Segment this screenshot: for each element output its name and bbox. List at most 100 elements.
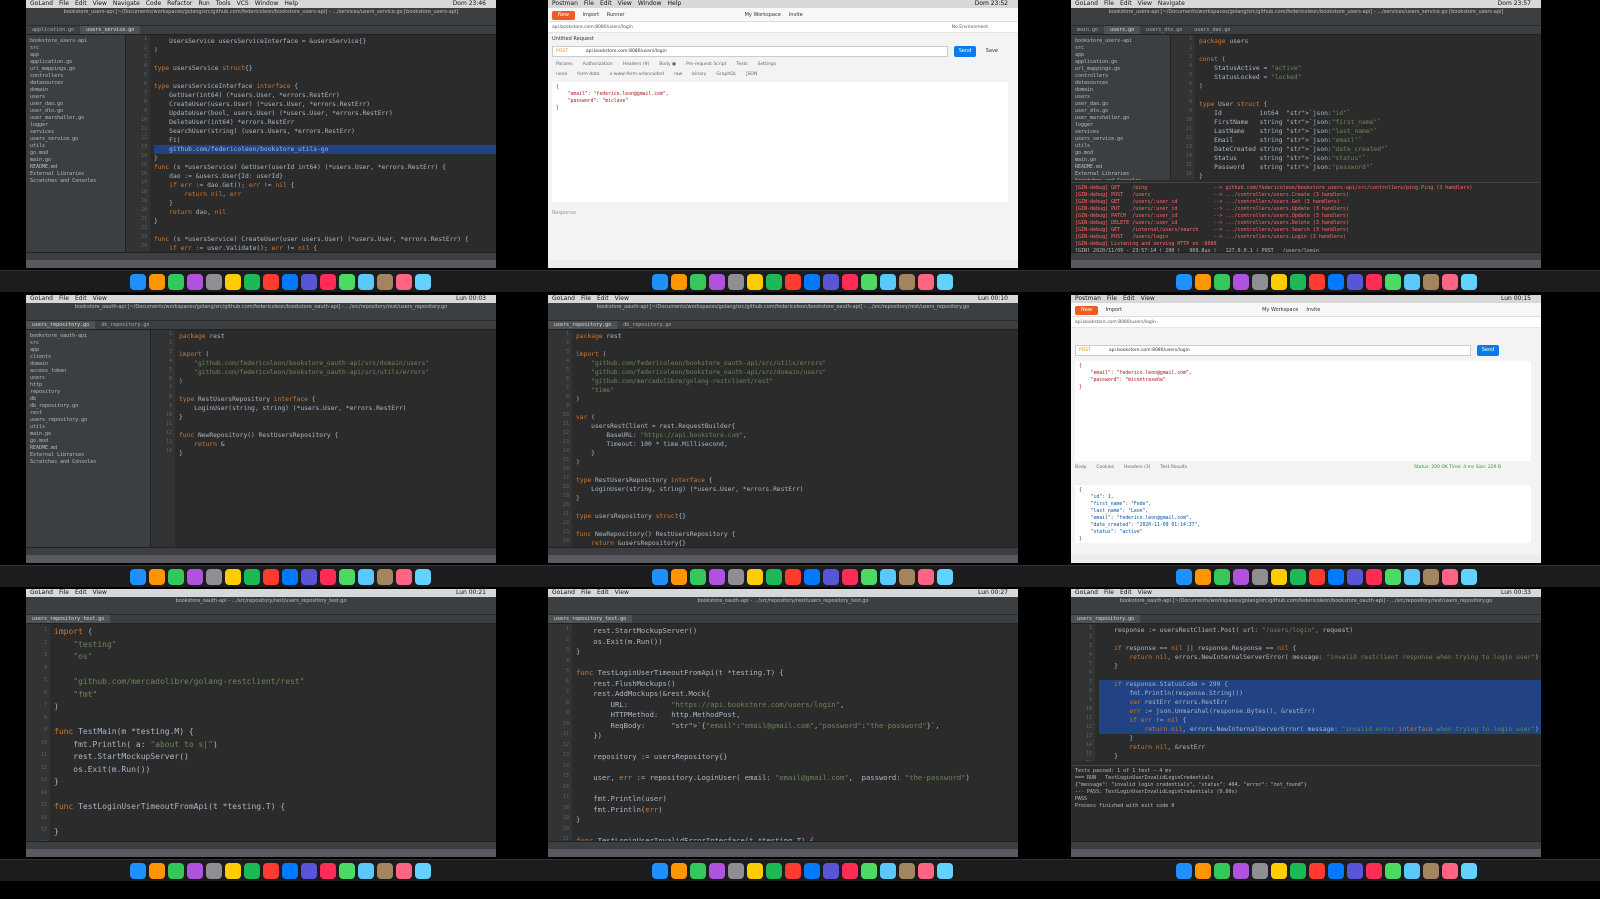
project-tree-item[interactable]: logger bbox=[1075, 122, 1166, 129]
dock-app-icon[interactable] bbox=[244, 569, 260, 585]
code-line[interactable]: "github.com/federicoleon/bookstore_oauth… bbox=[576, 368, 1018, 377]
code-line[interactable]: return &usersRepository{} bbox=[576, 539, 1018, 547]
code-line[interactable]: dao := &users.User{Id: userId} bbox=[154, 172, 496, 181]
json-line[interactable]: } bbox=[1079, 536, 1527, 543]
dock-app-icon[interactable] bbox=[1404, 569, 1420, 585]
code-line[interactable]: const ( bbox=[1199, 55, 1541, 64]
dock-app-icon[interactable] bbox=[225, 274, 241, 290]
dock-app-icon[interactable] bbox=[377, 863, 393, 879]
code-line[interactable]: } bbox=[179, 413, 496, 422]
menu-vcs[interactable]: VCS bbox=[237, 0, 249, 7]
code-line[interactable]: BaseURL: "https://api.bookstore.com", bbox=[576, 431, 1018, 440]
menu-edit[interactable]: Edit bbox=[75, 0, 87, 7]
tab-users-repository-go[interactable]: users_repository.go bbox=[1071, 615, 1141, 623]
tab-application-go[interactable]: application.go bbox=[26, 26, 80, 34]
dock-app-icon[interactable] bbox=[690, 569, 706, 585]
dock-app-icon[interactable] bbox=[320, 569, 336, 585]
code-line[interactable]: }) bbox=[576, 731, 1018, 742]
dock-app-icon[interactable] bbox=[1176, 569, 1192, 585]
dock-app-icon[interactable] bbox=[1461, 569, 1477, 585]
json-line[interactable]: } bbox=[556, 105, 1004, 112]
code-line[interactable]: import ( bbox=[179, 350, 496, 359]
dock-app-icon[interactable] bbox=[187, 863, 203, 879]
code-line[interactable]: rest.StartMockupServer() bbox=[54, 751, 496, 764]
code-line[interactable]: return nil, errors.NewInternalServerErro… bbox=[1099, 653, 1541, 662]
console-line[interactable]: [GIN-debug] Listening and serving HTTP o… bbox=[1075, 241, 1537, 248]
code-line[interactable]: import ( bbox=[576, 350, 1018, 359]
code-line[interactable]: CreateUser(users.User) (*users.User, *er… bbox=[154, 100, 496, 109]
json-line[interactable]: "date_created": "2020-11-09 01:14:37", bbox=[1079, 522, 1527, 529]
dock-app-icon[interactable] bbox=[1347, 863, 1363, 879]
menu-edit[interactable]: Edit bbox=[597, 589, 609, 596]
code-line[interactable] bbox=[576, 503, 1018, 512]
code-line[interactable]: type RestUsersRepository interface { bbox=[576, 476, 1018, 485]
menu-view[interactable]: View bbox=[618, 0, 632, 7]
project-tree-item[interactable]: users_service.go bbox=[30, 136, 121, 143]
code-line[interactable]: func (s *usersService) GetUser(userId in… bbox=[154, 163, 496, 172]
dock-app-icon[interactable] bbox=[747, 863, 763, 879]
dock-app-icon[interactable] bbox=[671, 863, 687, 879]
json-line[interactable]: "password": "micontraseña" bbox=[1079, 377, 1527, 384]
dock-app-icon[interactable] bbox=[1423, 863, 1439, 879]
code-line[interactable]: type usersRepository struct{} bbox=[576, 512, 1018, 521]
menu-postman[interactable]: Postman bbox=[1075, 295, 1101, 302]
code-line[interactable] bbox=[576, 763, 1018, 774]
dock-app-icon[interactable] bbox=[804, 863, 820, 879]
json-line[interactable]: "first_name": "Fede", bbox=[1079, 501, 1527, 508]
menu-view[interactable]: View bbox=[1141, 295, 1155, 302]
url-input[interactable]: POST api.bookstore.com:8080/users/login bbox=[552, 46, 948, 57]
dock-app-icon[interactable] bbox=[804, 274, 820, 290]
code-editor[interactable]: 1234567891011121314151617181920212223242… bbox=[548, 330, 1018, 547]
dock-app-icon[interactable] bbox=[396, 274, 412, 290]
menu-edit[interactable]: Edit bbox=[75, 295, 87, 302]
menu-edit[interactable]: Edit bbox=[597, 295, 609, 302]
menu-postman[interactable]: Postman bbox=[552, 0, 578, 7]
project-tree-item[interactable]: services bbox=[1075, 129, 1166, 136]
code-line[interactable]: } bbox=[576, 449, 1018, 458]
project-tree-item[interactable]: user_dao.go bbox=[1075, 101, 1166, 108]
menu-goland[interactable]: GoLand bbox=[30, 295, 53, 302]
dock-app-icon[interactable] bbox=[1214, 569, 1230, 585]
project-tree-item[interactable]: domain bbox=[30, 87, 121, 94]
code-line[interactable]: ) bbox=[576, 458, 1018, 467]
dock-app-icon[interactable] bbox=[785, 863, 801, 879]
dock-app-icon[interactable] bbox=[1366, 863, 1382, 879]
menu-view[interactable]: View bbox=[1138, 589, 1152, 596]
dock-app-icon[interactable] bbox=[282, 274, 298, 290]
code-line[interactable]: if response.StatusCode > 299 { bbox=[1099, 680, 1541, 689]
body-type-option[interactable]: binary bbox=[692, 72, 706, 77]
menu-view[interactable]: View bbox=[93, 589, 107, 596]
dock-app-icon[interactable] bbox=[1271, 274, 1287, 290]
dock-app-icon[interactable] bbox=[766, 863, 782, 879]
project-tree-item[interactable]: datasources bbox=[30, 80, 121, 87]
code-line[interactable]: return nil, &restErr bbox=[1099, 743, 1541, 752]
project-tree-item[interactable]: Scratches and Consoles bbox=[1075, 178, 1166, 180]
console-line[interactable]: [GIN-debug] GET /users/:user_id --> .../… bbox=[1075, 199, 1537, 206]
dock-app-icon[interactable] bbox=[301, 863, 317, 879]
code-line[interactable]: repository := usersRepository{} bbox=[576, 752, 1018, 763]
dock-app-icon[interactable] bbox=[1423, 569, 1439, 585]
dock-app-icon[interactable] bbox=[766, 569, 782, 585]
request-option-tab[interactable]: Params bbox=[556, 62, 573, 67]
dock-app-icon[interactable] bbox=[690, 274, 706, 290]
code-line[interactable]: } bbox=[1099, 662, 1541, 671]
body-type-option[interactable]: none bbox=[556, 72, 567, 77]
code-line[interactable]: } bbox=[576, 494, 1018, 503]
menu-file[interactable]: File bbox=[1104, 589, 1114, 596]
code-line[interactable]: import ( bbox=[54, 626, 496, 639]
dock-app-icon[interactable] bbox=[1214, 274, 1230, 290]
code-line[interactable]: if err := dao.Get(); err != nil { bbox=[154, 181, 496, 190]
url-value[interactable]: api.bookstore.com:8080/users/login bbox=[1109, 348, 1190, 353]
dock-app-icon[interactable] bbox=[1366, 569, 1382, 585]
dock-app-icon[interactable] bbox=[1404, 274, 1420, 290]
dock-app-icon[interactable] bbox=[415, 863, 431, 879]
request-body-editor[interactable]: { "email": "federico.leon@gmail.com", "p… bbox=[1075, 361, 1531, 461]
dock-app-icon[interactable] bbox=[1328, 569, 1344, 585]
dock-app-icon[interactable] bbox=[263, 274, 279, 290]
dock-app-icon[interactable] bbox=[1442, 569, 1458, 585]
code-line[interactable]: } bbox=[154, 154, 496, 163]
project-tree-item[interactable]: http bbox=[30, 382, 146, 389]
code-line[interactable]: return nil, err bbox=[154, 190, 496, 199]
request-option-tab[interactable]: Authorization bbox=[583, 62, 613, 67]
dock-app-icon[interactable] bbox=[225, 569, 241, 585]
